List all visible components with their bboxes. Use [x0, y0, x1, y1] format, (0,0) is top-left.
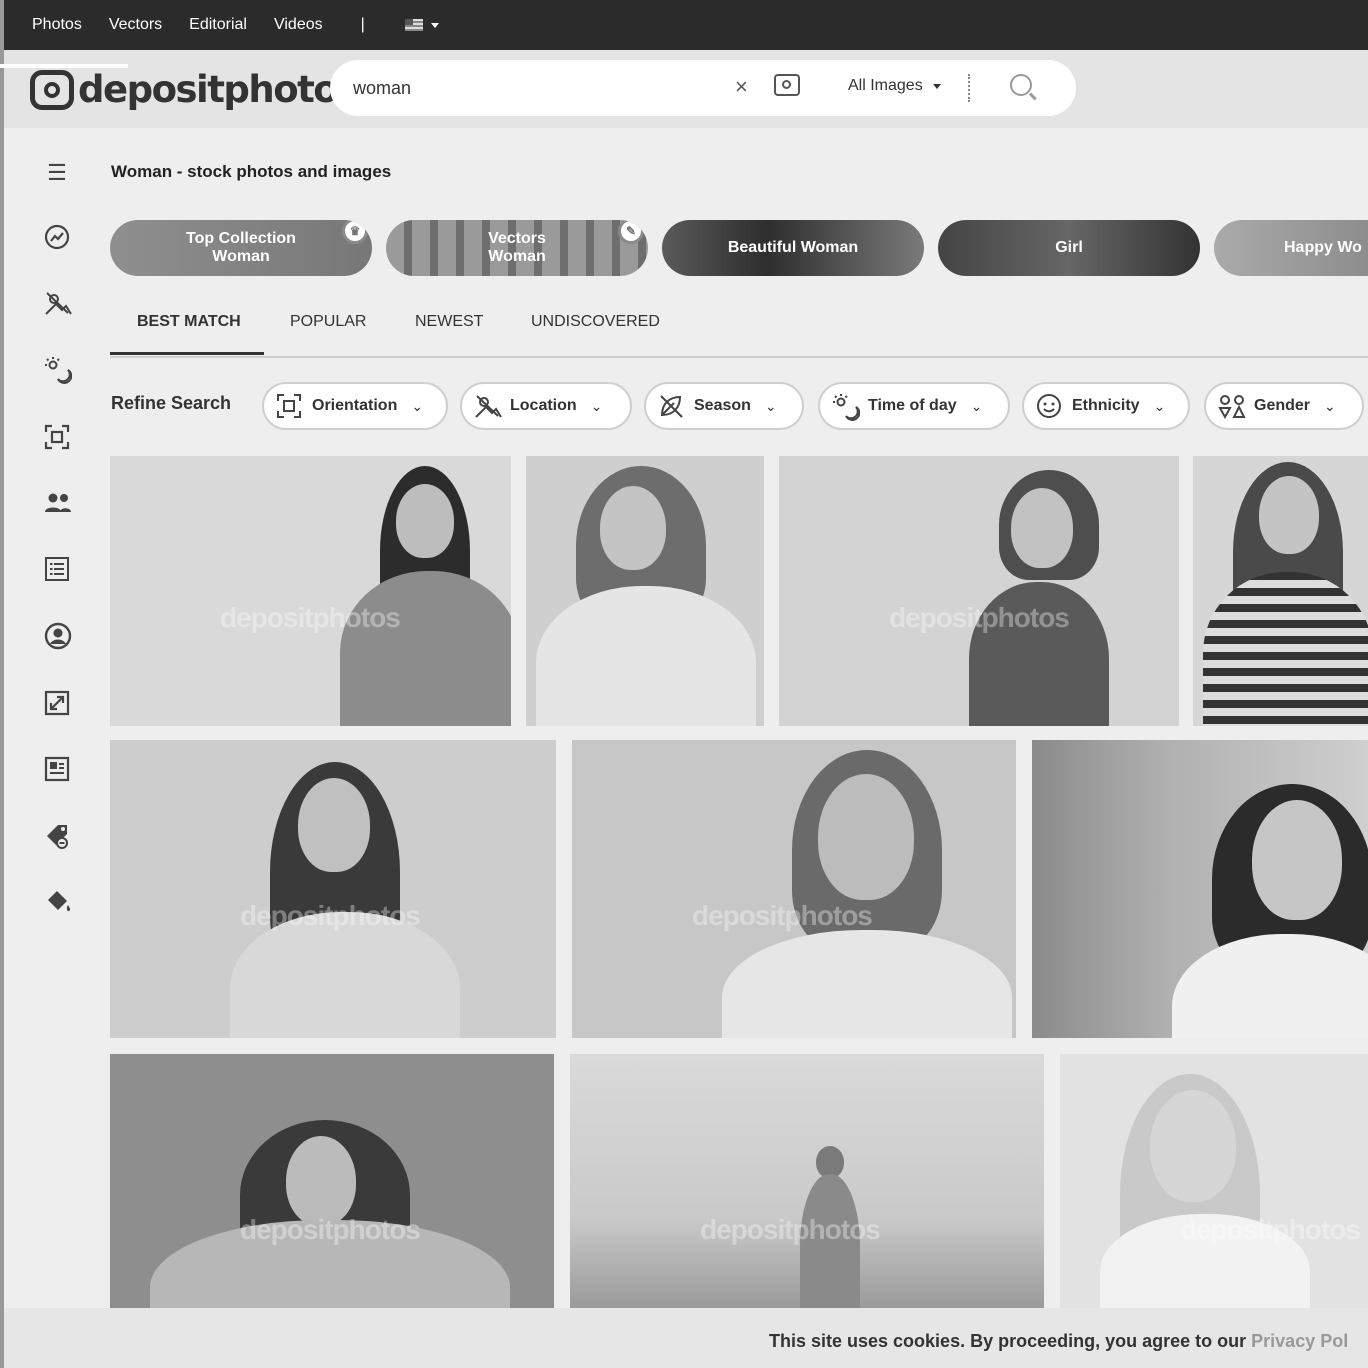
orientation-icon[interactable] [44, 424, 70, 450]
tag-icon[interactable] [44, 822, 70, 849]
filter-season[interactable]: Season ⌄ [644, 382, 804, 430]
chevron-down-icon: ⌄ [764, 397, 777, 414]
resize-icon[interactable] [44, 690, 70, 716]
filter-location[interactable]: Location ⌄ [460, 382, 632, 430]
pen-icon: ✎ [618, 220, 644, 244]
nav-videos[interactable]: Videos [274, 16, 323, 34]
us-flag-icon [404, 19, 423, 31]
chevron-down-icon: ⌄ [590, 397, 603, 414]
filter-label: Orientation [312, 397, 398, 414]
nav-editorial[interactable]: Editorial [189, 16, 247, 34]
filter-label: Time of day [868, 397, 957, 414]
active-tab-indicator [110, 352, 264, 355]
gender-icon [1218, 393, 1246, 420]
watermark: depositphotos [889, 602, 1070, 633]
left-sidebar: ☰ [4, 128, 104, 1308]
filter-label: Season [694, 397, 751, 414]
collection-happy-woman[interactable]: Happy Wo [1214, 220, 1368, 276]
photo-thumbnail[interactable]: depositphotos [110, 740, 556, 1038]
list-icon[interactable] [44, 556, 70, 582]
collection-beautiful-woman[interactable]: Beautiful Woman [662, 220, 924, 276]
nav-separator: | [360, 16, 365, 33]
filter-time-of-day[interactable]: Time of day ⌄ [818, 382, 1010, 430]
caret-down-icon [430, 22, 439, 28]
logo[interactable]: depositphotos ® [30, 68, 367, 111]
ethnicity-icon [1036, 393, 1062, 419]
article-icon[interactable] [44, 756, 70, 782]
caret-down-icon [932, 83, 941, 89]
nav-vectors[interactable]: Vectors [109, 16, 162, 34]
time-of-day-icon [832, 393, 861, 421]
watermark: depositphotos [692, 900, 873, 931]
location-icon [474, 393, 502, 419]
photo-thumbnail[interactable]: depositphotos [110, 456, 511, 726]
collection-top-collection-woman[interactable]: Top Collection Woman ♛ [110, 220, 372, 276]
page-title: Woman - stock photos and images [111, 162, 392, 181]
image-type-dropdown[interactable]: All Images [848, 77, 941, 95]
menu-icon[interactable]: ☰ [44, 160, 70, 186]
crown-icon: ♛ [342, 220, 368, 244]
chevron-down-icon: ⌄ [411, 397, 424, 414]
privacy-policy-link[interactable]: Privacy Pol [1251, 1331, 1348, 1351]
time-of-day-icon[interactable] [44, 356, 73, 384]
trending-icon[interactable] [44, 224, 70, 250]
search-bar: woman × All Images [330, 60, 1076, 116]
orientation-icon [276, 393, 302, 419]
collection-vectors-woman[interactable]: Vectors Woman ✎ [386, 220, 648, 276]
chevron-down-icon: ⌄ [1153, 397, 1166, 414]
chevron-down-icon: ⌄ [970, 397, 983, 414]
tab-undiscovered[interactable]: UNDISCOVERED [531, 313, 660, 331]
user-icon[interactable] [44, 622, 72, 650]
refine-search-label: Refine Search [111, 393, 232, 413]
photo-thumbnail[interactable]: depositphotos [110, 1054, 554, 1308]
filter-label: Location [510, 397, 577, 414]
search-divider [968, 74, 970, 102]
language-selector[interactable] [404, 19, 439, 31]
watermark: depositphotos [700, 1214, 881, 1245]
filter-label: Gender [1254, 397, 1311, 414]
cookie-text: This site uses cookies. By proceeding, y… [769, 1331, 1348, 1352]
cookie-banner: This site uses cookies. By proceeding, y… [4, 1308, 1368, 1368]
logo-camera-icon [30, 69, 74, 110]
top-navigation: Photos Vectors Editorial Videos | [4, 0, 1368, 50]
people-icon[interactable] [44, 490, 71, 516]
photo-thumbnail[interactable] [1193, 456, 1368, 726]
collection-label: Girl [1055, 239, 1083, 256]
image-type-label: All Images [848, 77, 923, 94]
filter-gender[interactable]: Gender ⌄ [1204, 382, 1364, 430]
search-icon[interactable] [1010, 74, 1032, 96]
season-icon [658, 393, 684, 419]
location-icon[interactable] [44, 290, 72, 316]
sort-tabs: BEST MATCH POPULAR NEWEST UNDISCOVERED [110, 300, 1368, 358]
photo-thumbnail[interactable]: depositphotos [572, 740, 1016, 1038]
collection-label: Vectors Woman [488, 230, 546, 265]
collection-girl[interactable]: Girl [938, 220, 1200, 276]
filter-orientation[interactable]: Orientation ⌄ [262, 382, 448, 430]
watermark: depositphotos [220, 602, 401, 633]
tab-newest[interactable]: NEWEST [415, 313, 483, 331]
nav-photos[interactable]: Photos [32, 16, 82, 34]
photo-thumbnail[interactable]: depositphotos [779, 456, 1179, 726]
clear-search-icon[interactable]: × [735, 74, 748, 100]
collection-label: Happy Wo [1284, 239, 1362, 256]
tab-best-match[interactable]: BEST MATCH [137, 313, 241, 331]
cookie-message: This site uses cookies. By proceeding, y… [769, 1331, 1247, 1351]
watermark: depositphotos [1180, 1214, 1361, 1245]
chevron-down-icon: ⌄ [1324, 397, 1336, 414]
filter-label: Ethnicity [1072, 397, 1140, 414]
filter-ethnicity[interactable]: Ethnicity ⌄ [1022, 382, 1190, 430]
tab-popular[interactable]: POPULAR [290, 313, 366, 331]
photo-thumbnail[interactable] [526, 456, 764, 726]
collection-label: Top Collection Woman [186, 230, 296, 265]
watermark: depositphotos [240, 1214, 421, 1245]
search-input[interactable]: woman [353, 78, 411, 99]
photo-thumbnail[interactable]: depositphotos [1060, 1054, 1368, 1308]
paint-bucket-icon[interactable] [44, 888, 71, 914]
watermark: depositphotos [240, 900, 421, 931]
collection-label: Beautiful Woman [727, 239, 859, 256]
camera-search-icon[interactable] [774, 74, 800, 96]
photo-thumbnail[interactable] [1032, 740, 1368, 1038]
logo-text: depositphotos [78, 68, 359, 111]
photo-thumbnail[interactable]: depositphotos [570, 1054, 1044, 1308]
